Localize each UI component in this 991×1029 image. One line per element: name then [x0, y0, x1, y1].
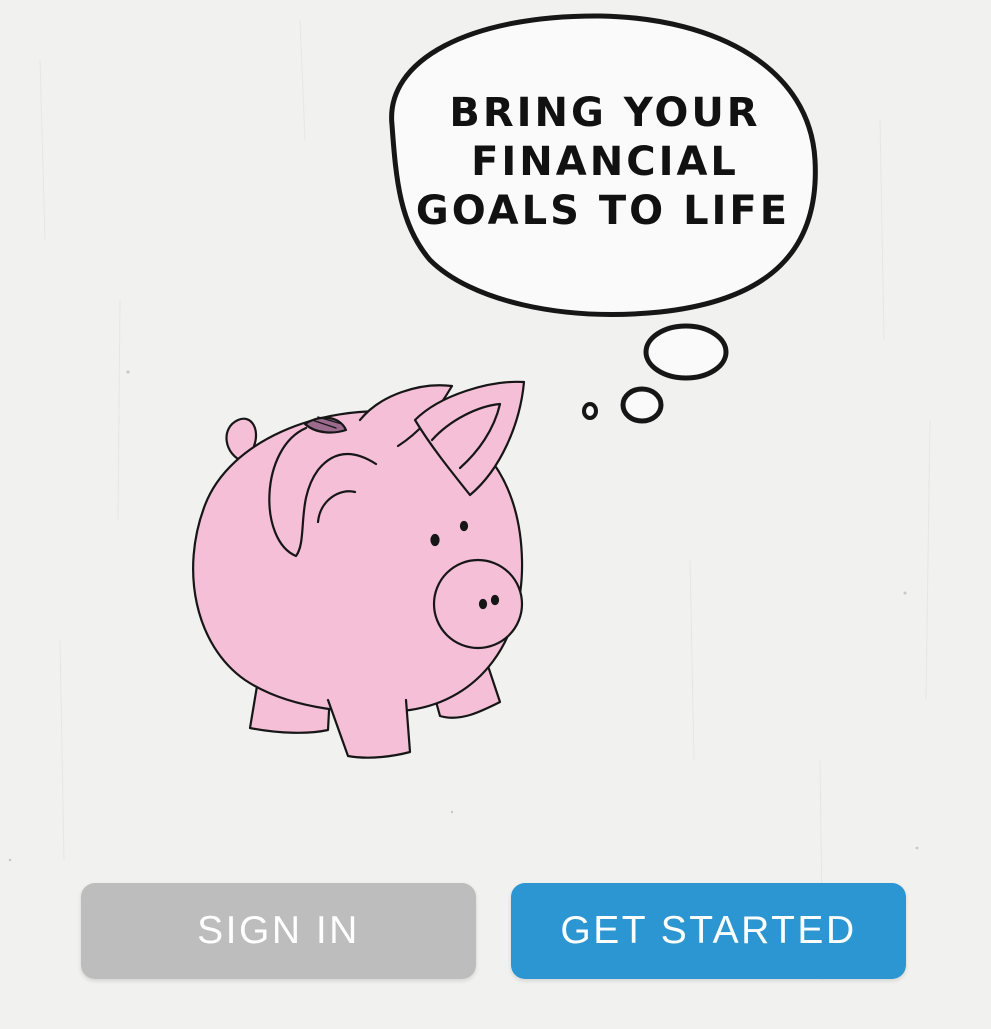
- headline-line-2: FINANCIAL: [471, 139, 739, 185]
- headline-line-3: GOALS TO LIFE: [416, 188, 790, 234]
- piggy-bank-icon: [192, 380, 526, 759]
- get-started-button[interactable]: GET STARTED: [511, 883, 906, 979]
- sign-in-button[interactable]: SIGN IN: [81, 883, 476, 979]
- headline-line-1: BRING YOUR: [449, 90, 760, 136]
- piggy-bank-illustration: BRING YOUR FINANCIAL GOALS TO LIFE: [192, 13, 818, 759]
